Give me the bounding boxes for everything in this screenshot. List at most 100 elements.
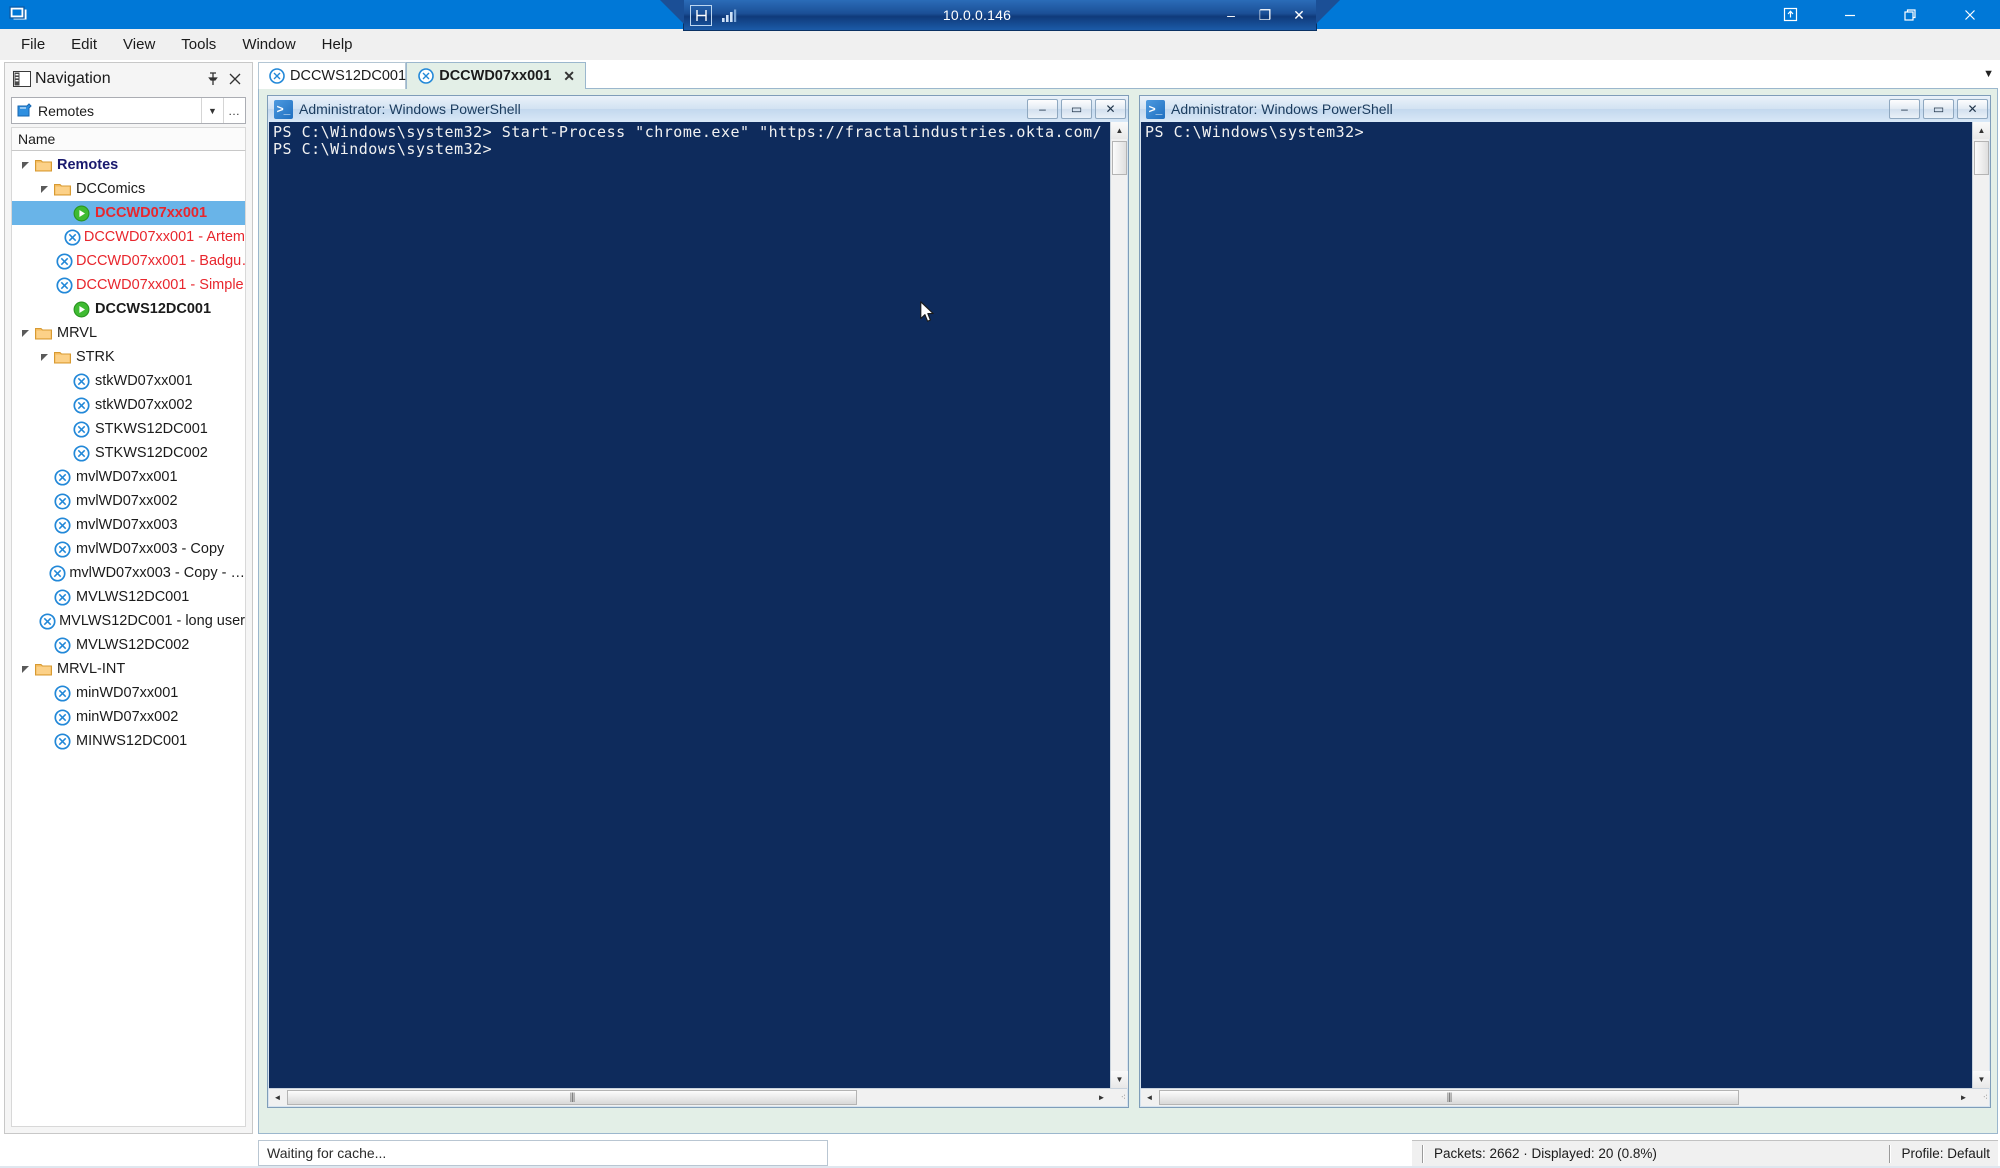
chevron-down-icon[interactable]: ▼ bbox=[201, 98, 223, 123]
tab-dccws12dc001[interactable]: DCCWS12DC001 bbox=[258, 62, 406, 89]
ps-close-button[interactable]: ✕ bbox=[1957, 99, 1988, 119]
resize-grip[interactable]: ⁖ bbox=[1111, 1090, 1126, 1105]
tree-item-minwd07xx001[interactable]: minWD07xx001 bbox=[12, 681, 245, 705]
tree-item-dccws12dc001[interactable]: DCCWS12DC001 bbox=[12, 297, 245, 321]
menu-edit[interactable]: Edit bbox=[58, 32, 110, 57]
tree-column-header-name[interactable]: Name bbox=[11, 127, 246, 151]
ps-maximize-button[interactable]: ▭ bbox=[1061, 99, 1092, 119]
remotes-tree[interactable]: Remotes DCComics DCCWD07xx001 DCCWD07xx001 … bbox=[11, 151, 246, 1127]
menu-file[interactable]: File bbox=[8, 32, 58, 57]
tree-item-mrvl-int[interactable]: MRVL-INT bbox=[12, 657, 245, 681]
tree-item-mvlws12dc001[interactable]: MVLWS12DC001 bbox=[12, 585, 245, 609]
scroll-thumb[interactable] bbox=[1112, 141, 1127, 175]
tree-item-stkws12dc002[interactable]: STKWS12DC002 bbox=[12, 441, 245, 465]
tree-item-stkws12dc001[interactable]: STKWS12DC001 bbox=[12, 417, 245, 441]
minimize-button[interactable] bbox=[1820, 0, 1880, 29]
powershell-window-right[interactable]: >_ Administrator: Windows PowerShell – ▭… bbox=[1139, 95, 1991, 1108]
disconnected-icon bbox=[56, 252, 73, 270]
tree-item-mvlwd07xx002[interactable]: mvlWD07xx002 bbox=[12, 489, 245, 513]
tree-item-minwd07xx002[interactable]: minWD07xx002 bbox=[12, 705, 245, 729]
scroll-right-icon[interactable]: ► bbox=[1955, 1089, 1972, 1106]
console-vertical-scrollbar[interactable]: ▲ ▼ bbox=[1972, 122, 1990, 1088]
more-options-icon[interactable]: … bbox=[223, 98, 245, 123]
tree-collapse-icon[interactable] bbox=[37, 353, 51, 362]
tree-item-mvlws12dc002[interactable]: MVLWS12DC002 bbox=[12, 633, 245, 657]
tree-collapse-icon[interactable] bbox=[18, 161, 32, 170]
scroll-left-icon[interactable]: ◄ bbox=[1141, 1089, 1158, 1106]
tree-item-mvlws12dc001-long-user[interactable]: MVLWS12DC001 - long user bbox=[12, 609, 245, 633]
tree-item-label: DCCWD07xx001 - Artem bbox=[83, 229, 245, 245]
scroll-up-icon[interactable]: ▲ bbox=[1111, 122, 1128, 139]
disconnected-icon bbox=[51, 516, 73, 534]
tree-item-mvlwd07xx003-copy[interactable]: mvlWD07xx003 - Copy bbox=[12, 537, 245, 561]
powershell-window-left[interactable]: >_ Administrator: Windows PowerShell – ▭… bbox=[267, 95, 1129, 1108]
status-divider bbox=[1422, 1144, 1424, 1163]
menu-window[interactable]: Window bbox=[229, 32, 308, 57]
powershell-title-bar[interactable]: >_ Administrator: Windows PowerShell – ▭… bbox=[268, 96, 1128, 122]
tree-item-mvlwd07xx003-copy[interactable]: mvlWD07xx003 - Copy - … bbox=[12, 561, 245, 585]
console-horizontal-scrollbar[interactable]: ◄ ||| ► ⁖ bbox=[269, 1088, 1127, 1106]
scroll-up-icon[interactable]: ▲ bbox=[1973, 122, 1990, 139]
tree-item-stkwd07xx002[interactable]: stkWD07xx002 bbox=[12, 393, 245, 417]
close-icon[interactable] bbox=[224, 68, 246, 90]
console-vertical-scrollbar[interactable]: ▲ ▼ bbox=[1110, 122, 1128, 1088]
session-address: 10.0.0.146 bbox=[942, 7, 1012, 23]
resize-grip[interactable]: ⁖ bbox=[1973, 1090, 1988, 1105]
tree-item-dccwd07xx001[interactable]: DCCWD07xx001 bbox=[12, 201, 245, 225]
tree-item-dccwd07xx001-badgu[interactable]: DCCWD07xx001 - Badgu… bbox=[12, 249, 245, 273]
tree-item-label: MVLWS12DC001 bbox=[76, 589, 190, 605]
pin-icon[interactable] bbox=[690, 4, 712, 26]
tab-dccwd07xx001[interactable]: DCCWD07xx001 ✕ bbox=[406, 62, 586, 89]
menu-help[interactable]: Help bbox=[309, 32, 366, 57]
session-minimize-button[interactable]: – bbox=[1214, 1, 1248, 29]
menu-view[interactable]: View bbox=[110, 32, 168, 57]
ps-maximize-button[interactable]: ▭ bbox=[1923, 99, 1954, 119]
powershell-title-bar[interactable]: >_ Administrator: Windows PowerShell – ▭… bbox=[1140, 96, 1990, 122]
tab-close-icon[interactable]: ✕ bbox=[563, 68, 575, 85]
disconnected-icon bbox=[70, 372, 92, 390]
hscroll-thumb[interactable]: ||| bbox=[1159, 1090, 1739, 1105]
tree-item-dccwd07xx001-artem[interactable]: DCCWD07xx001 - Artem bbox=[12, 225, 245, 249]
tab-overflow-chevron-icon[interactable]: ▼ bbox=[1983, 68, 1994, 80]
tree-item-mvlwd07xx001[interactable]: mvlWD07xx001 bbox=[12, 465, 245, 489]
tree-item-label: STKWS12DC002 bbox=[95, 445, 208, 461]
scroll-down-icon[interactable]: ▼ bbox=[1973, 1071, 1990, 1088]
powershell-icon: >_ bbox=[274, 99, 293, 119]
scroll-left-icon[interactable]: ◄ bbox=[269, 1089, 286, 1106]
close-button[interactable] bbox=[1940, 0, 2000, 29]
disconnected-icon bbox=[51, 468, 73, 486]
console-output-right[interactable]: PS C:\Windows\system32> bbox=[1141, 122, 1972, 1088]
tree-item-strk[interactable]: STRK bbox=[12, 345, 245, 369]
folder-icon bbox=[32, 326, 54, 340]
tree-item-stkwd07xx001[interactable]: stkWD07xx001 bbox=[12, 369, 245, 393]
scroll-down-icon[interactable]: ▼ bbox=[1111, 1071, 1128, 1088]
tree-item-minws12dc001[interactable]: MINWS12DC001 bbox=[12, 729, 245, 753]
tree-item-dccomics[interactable]: DCComics bbox=[12, 177, 245, 201]
tree-item-mrvl[interactable]: MRVL bbox=[12, 321, 245, 345]
hscroll-thumb[interactable]: ||| bbox=[287, 1090, 857, 1105]
tree-item-label: Remotes bbox=[57, 157, 119, 173]
restore-up-button[interactable] bbox=[1760, 0, 1820, 29]
remotes-selector[interactable]: Remotes ▼ … bbox=[11, 97, 246, 124]
menu-tools[interactable]: Tools bbox=[168, 32, 229, 57]
tree-collapse-icon[interactable] bbox=[37, 185, 51, 194]
tree-item-remotes[interactable]: Remotes bbox=[12, 153, 245, 177]
ps-close-button[interactable]: ✕ bbox=[1095, 99, 1126, 119]
session-close-button[interactable]: ✕ bbox=[1282, 1, 1316, 29]
scroll-right-icon[interactable]: ► bbox=[1093, 1089, 1110, 1106]
ps-minimize-button[interactable]: – bbox=[1027, 99, 1058, 119]
ps-minimize-button[interactable]: – bbox=[1889, 99, 1920, 119]
signal-bars-icon[interactable] bbox=[718, 5, 740, 26]
session-restore-button[interactable]: ❐ bbox=[1248, 1, 1282, 29]
disconnected-icon bbox=[51, 732, 73, 750]
tree-collapse-icon[interactable] bbox=[18, 665, 32, 674]
pin-icon[interactable] bbox=[202, 68, 224, 90]
tree-item-mvlwd07xx003[interactable]: mvlWD07xx003 bbox=[12, 513, 245, 537]
console-horizontal-scrollbar[interactable]: ◄ ||| ► ⁖ bbox=[1141, 1088, 1989, 1106]
maximize-button[interactable] bbox=[1880, 0, 1940, 29]
tree-item-dccwd07xx001-simple[interactable]: DCCWD07xx001 - Simple… bbox=[12, 273, 245, 297]
scroll-thumb[interactable] bbox=[1974, 141, 1989, 175]
tree-collapse-icon[interactable] bbox=[18, 329, 32, 338]
console-output-left[interactable]: PS C:\Windows\system32> Start-Process "c… bbox=[269, 122, 1110, 1088]
tree-item-label: stkWD07xx002 bbox=[95, 397, 193, 413]
